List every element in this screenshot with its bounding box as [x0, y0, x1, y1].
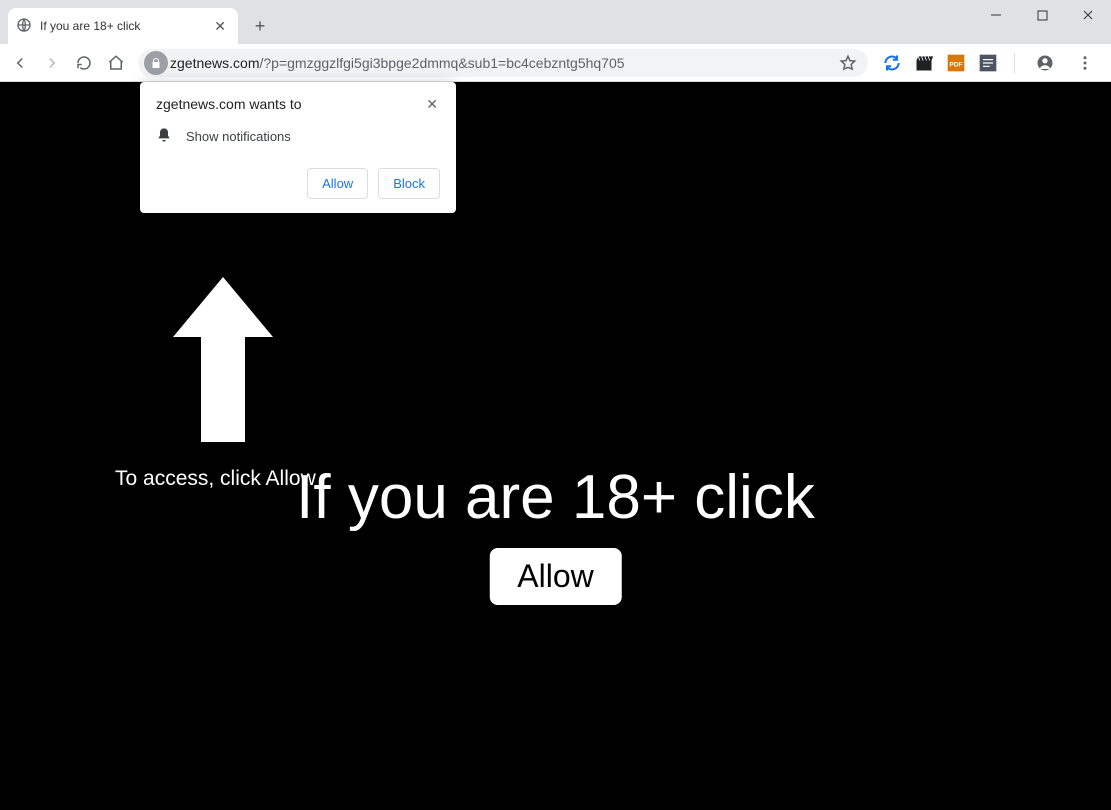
permission-block-button[interactable]: Block — [378, 168, 440, 199]
minimize-button[interactable] — [973, 0, 1019, 30]
home-button[interactable] — [102, 49, 130, 77]
tab-close-icon[interactable]: ✕ — [210, 16, 230, 37]
page-allow-button[interactable]: Allow — [489, 548, 621, 605]
url-text: zgetnews.com/?p=gmzggzlfgi5gi3bpge2dmmq&… — [170, 55, 625, 71]
pdf-extension-icon[interactable]: PDF — [946, 53, 966, 73]
permission-allow-button[interactable]: Allow — [307, 168, 368, 199]
browser-titlebar: If you are 18+ click ✕ + — [0, 0, 1111, 44]
misc-extension-icon[interactable] — [978, 53, 998, 73]
extension-icons: PDF — [876, 49, 1105, 77]
lock-icon[interactable] — [144, 51, 168, 75]
toolbar-divider — [1014, 53, 1015, 73]
arrow-up-icon — [173, 277, 273, 447]
maximize-button[interactable] — [1019, 0, 1065, 30]
new-tab-button[interactable]: + — [246, 12, 274, 40]
menu-button[interactable] — [1071, 49, 1099, 77]
profile-button[interactable] — [1031, 49, 1059, 77]
globe-icon — [16, 17, 32, 36]
browser-tab[interactable]: If you are 18+ click ✕ — [8, 8, 238, 44]
address-bar[interactable]: zgetnews.com/?p=gmzggzlfgi5gi3bpge2dmmq&… — [138, 49, 868, 77]
permission-body-text: Show notifications — [186, 129, 291, 144]
reload-button[interactable] — [70, 49, 98, 77]
bell-icon — [156, 127, 172, 146]
headline-text: If you are 18+ click — [0, 462, 1111, 533]
notification-permission-dialog: zgetnews.com wants to ✕ Show notificatio… — [140, 82, 456, 213]
refresh-extension-icon[interactable] — [882, 53, 902, 73]
clapper-extension-icon[interactable] — [914, 53, 934, 73]
permission-close-icon[interactable]: ✕ — [424, 96, 440, 113]
bookmark-star-icon[interactable] — [834, 49, 862, 77]
permission-title: zgetnews.com wants to — [156, 96, 302, 112]
back-button[interactable] — [6, 49, 34, 77]
svg-text:PDF: PDF — [949, 61, 962, 68]
window-controls — [973, 0, 1111, 30]
forward-button[interactable] — [38, 49, 66, 77]
tab-title: If you are 18+ click — [40, 19, 202, 33]
window-close-button[interactable] — [1065, 0, 1111, 30]
browser-toolbar: zgetnews.com/?p=gmzggzlfgi5gi3bpge2dmmq&… — [0, 44, 1111, 82]
